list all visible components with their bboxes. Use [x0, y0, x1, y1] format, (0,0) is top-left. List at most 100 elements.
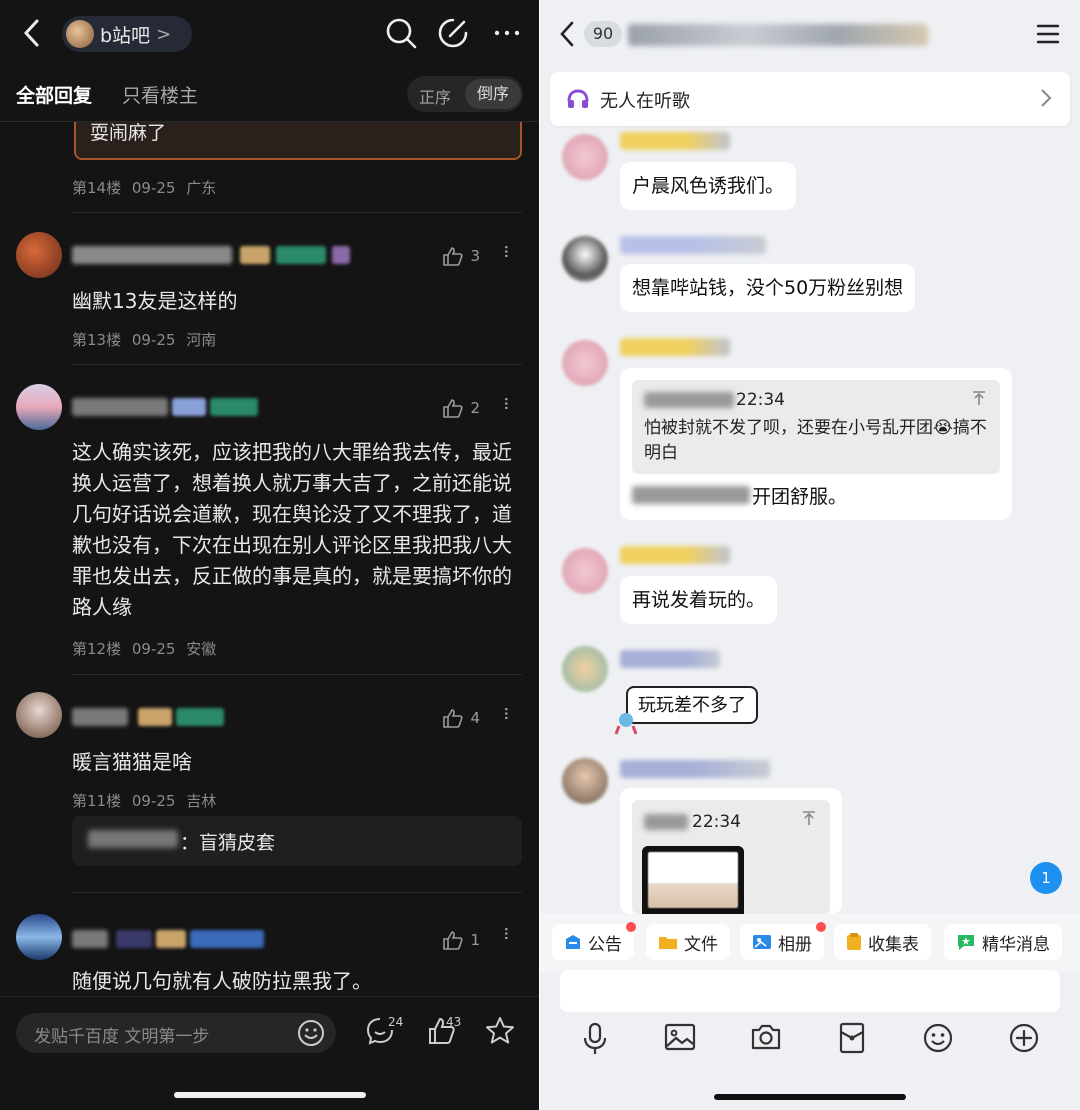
- member-avatar[interactable]: [562, 646, 608, 692]
- emoji-icon[interactable]: [296, 1018, 326, 1048]
- divider: [72, 674, 522, 675]
- screenshot-thumbnail[interactable]: [642, 846, 744, 914]
- folder-icon: [659, 937, 677, 949]
- quoted-time: 22:34: [692, 812, 741, 832]
- username-blurred[interactable]: [72, 930, 108, 948]
- like-button[interactable]: 2: [442, 398, 480, 418]
- forum-entry-button[interactable]: b站吧 >: [62, 16, 192, 52]
- sub-reply[interactable]: ：盲猜皮套: [72, 816, 522, 866]
- chat-input[interactable]: [560, 970, 1060, 1012]
- quoted-time: 22:34: [736, 390, 785, 410]
- menu-icon[interactable]: [1036, 24, 1060, 44]
- sort-ascending-button[interactable]: 正序: [419, 84, 451, 108]
- badge: [116, 930, 152, 948]
- message-bubble-decorated[interactable]: 玩玩差不多了: [626, 686, 758, 724]
- sort-descending-button[interactable]: 倒序: [465, 79, 521, 109]
- clipboard-icon: [847, 933, 861, 950]
- screenshot-preview: [648, 852, 738, 908]
- member-name-blurred: [620, 650, 720, 668]
- sort-toggle: 正序 倒序: [407, 76, 523, 112]
- username-blurred[interactable]: [72, 398, 168, 416]
- more-vertical-icon[interactable]: ···: [494, 926, 518, 939]
- quoted-reply-card[interactable]: 22:34 怕被封就不发了呗，还要在小号乱开团😭搞不明白: [632, 380, 1000, 474]
- divider: [72, 364, 522, 365]
- forum-name: b站吧: [100, 24, 151, 47]
- image-icon[interactable]: [664, 1022, 696, 1052]
- member-avatar[interactable]: [562, 340, 608, 386]
- level-badge: [156, 930, 186, 948]
- more-vertical-icon[interactable]: ···: [494, 244, 518, 257]
- tab-op-only[interactable]: 只看楼主: [122, 81, 198, 108]
- member-avatar[interactable]: [562, 236, 608, 282]
- tieba-thread-pane: b站吧 > 耍闹麻了 全部回复 只看楼主 正序 倒序 第14楼 09-25 广东…: [0, 0, 540, 1110]
- message-bubble-with-image[interactable]: 22:34: [620, 788, 842, 914]
- group-music-bar[interactable]: 无人在听歌: [550, 72, 1070, 126]
- more-icon[interactable]: [490, 16, 524, 50]
- unread-dot: [816, 922, 826, 932]
- message-bubble[interactable]: 再说发着玩的。: [620, 576, 778, 624]
- member-name-blurred: [620, 132, 730, 150]
- form-button[interactable]: 收集表: [834, 924, 931, 960]
- user-avatar[interactable]: [16, 384, 62, 430]
- microphone-icon[interactable]: [582, 1022, 608, 1056]
- message-bubble-with-reply[interactable]: 22:34 怕被封就不发了呗，还要在小号乱开团😭搞不明白 开团舒服。: [620, 368, 1012, 520]
- compose-icon[interactable]: [436, 16, 470, 50]
- member-avatar[interactable]: [562, 134, 608, 180]
- divider: [72, 212, 522, 213]
- camera-icon[interactable]: [750, 1022, 782, 1052]
- quoted-sender-blurred: [644, 392, 734, 408]
- unread-count-badge[interactable]: 90: [584, 21, 622, 47]
- back-arrow-icon[interactable]: [22, 18, 42, 48]
- member-avatar[interactable]: [562, 548, 608, 594]
- member-name-blurred: [620, 760, 770, 778]
- music-listen-icon: [567, 89, 589, 108]
- message-bubble[interactable]: 户晨风色诱我们。: [620, 162, 797, 210]
- star-icon[interactable]: [484, 1015, 516, 1047]
- chevron-right-icon: >: [156, 23, 172, 45]
- reply-input-placeholder: 发贴千百度 文明第一步: [34, 1027, 210, 1047]
- plus-icon[interactable]: [1008, 1022, 1040, 1054]
- thumbs-up-icon: [443, 399, 464, 418]
- announcement-button[interactable]: 公告: [552, 922, 636, 960]
- like-count-total: 43: [446, 1015, 462, 1029]
- user-avatar[interactable]: [16, 692, 62, 738]
- like-count: 3: [470, 247, 480, 265]
- extra-badge: [332, 246, 350, 264]
- floor-text: 暖言猫猫是啥: [72, 750, 192, 774]
- search-icon[interactable]: [384, 16, 418, 50]
- like-button[interactable]: 1: [442, 930, 480, 950]
- album-button[interactable]: 相册: [740, 922, 826, 960]
- bubble-decoration-icon: [614, 713, 638, 735]
- group-quick-actions: 公告 文件 相册 收集表 精华消息: [540, 914, 1080, 972]
- thumbs-up-icon: [443, 931, 464, 950]
- username-blurred[interactable]: [72, 246, 232, 264]
- back-arrow-icon[interactable]: [558, 20, 578, 48]
- message-bubble[interactable]: 想靠哔站钱，没个50万粉丝别想: [620, 264, 916, 312]
- essence-messages-button[interactable]: 精华消息: [944, 924, 1062, 960]
- floor-text: 这人确实该死，应该把我的八大罪给我去传，最近换人运营了，想着换人就万事大吉了，之…: [72, 440, 512, 619]
- floor-text: 幽默13友是这样的: [72, 289, 238, 313]
- more-vertical-icon[interactable]: ···: [494, 706, 518, 719]
- tab-all-replies[interactable]: 全部回复: [16, 81, 92, 108]
- reply-filter-bar: 全部回复 只看楼主 正序 倒序: [0, 68, 540, 122]
- red-packet-icon[interactable]: [838, 1022, 866, 1054]
- username-blurred[interactable]: [72, 708, 128, 726]
- member-name-blurred: [620, 338, 730, 356]
- message-text: 开团舒服。: [752, 486, 848, 508]
- group-title-blurred: [628, 24, 928, 46]
- member-avatar[interactable]: [562, 758, 608, 804]
- user-avatar[interactable]: [16, 232, 62, 278]
- user-avatar[interactable]: [16, 914, 62, 960]
- album-label: 相册: [778, 934, 812, 955]
- emoji-icon[interactable]: [922, 1022, 954, 1054]
- quoted-reply-card[interactable]: 22:34: [632, 800, 830, 914]
- pin-icon: [973, 391, 985, 405]
- like-button[interactable]: 3: [442, 246, 480, 266]
- thumbs-up-icon: [443, 709, 464, 728]
- like-count: 2: [470, 399, 480, 417]
- new-message-badge[interactable]: 1: [1030, 862, 1062, 894]
- more-vertical-icon[interactable]: ···: [494, 396, 518, 409]
- reply-input[interactable]: 发贴千百度 文明第一步: [16, 1013, 336, 1053]
- like-button[interactable]: 4: [442, 708, 480, 728]
- files-button[interactable]: 文件: [646, 924, 730, 960]
